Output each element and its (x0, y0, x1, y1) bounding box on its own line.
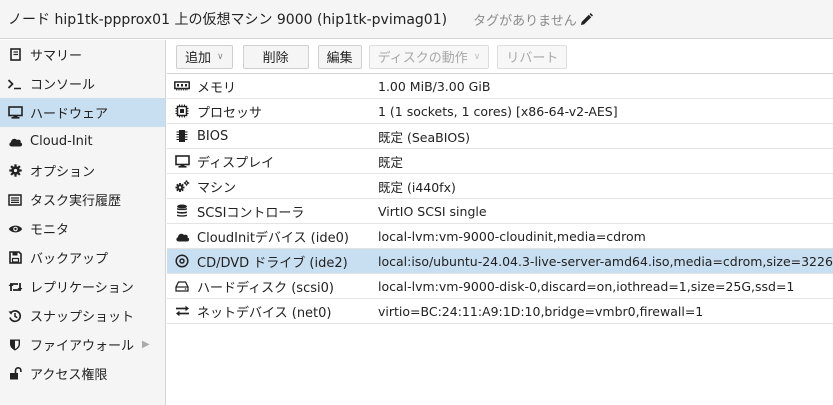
disk-action-button[interactable]: ディスクの動作 ∨ (368, 44, 490, 69)
eye-icon (6, 221, 24, 237)
sidebar-item-options[interactable]: オプション (0, 156, 165, 185)
sidebar-item-summary[interactable]: サマリー (0, 40, 165, 69)
retweet-icon (6, 279, 24, 295)
toolbar: 追加 ∨ 削除 編集 ディスクの動作 ∨ リバート (167, 40, 833, 74)
list-icon (6, 192, 24, 208)
revert-button[interactable]: リバート (497, 44, 568, 69)
sidebar-item-firewall[interactable]: ファイアウォール ▶ (0, 330, 165, 359)
row-value: local:iso/ubuntu-24.04.3-live-server-amd… (378, 253, 833, 269)
sidebar-item-hardware[interactable]: ハードウェア (0, 98, 165, 127)
floppy-icon (6, 250, 24, 266)
row-value: virtio=BC:24:11:A9:1D:10,bridge=vmbr0,fi… (378, 303, 704, 319)
row-name: プロセッサ (197, 105, 263, 121)
page-header: ノード hip1tk-ppprox01 上の仮想マシン 9000 (hip1tk… (0, 0, 833, 39)
cloud-icon (6, 134, 24, 150)
row-name: マシン (197, 180, 237, 196)
table-row[interactable]: BIOS 既定 (SeaBIOS) (167, 124, 833, 149)
chevron-down-icon: ∨ (217, 51, 224, 62)
shield-icon (6, 337, 24, 353)
sidebar-item-monitor[interactable]: モニタ (0, 214, 165, 243)
delete-button-label: 削除 (262, 51, 289, 66)
terminal-icon (6, 76, 24, 92)
chevron-down-icon: ∨ (473, 51, 481, 62)
microchip-icon (167, 129, 197, 143)
tags-label: タグがありません (473, 13, 577, 29)
sidebar-item-label: ファイアウォール (30, 339, 135, 354)
revert-button-label: リバート (506, 51, 559, 66)
row-value: local-lvm:vm-9000-disk-0,discard=on,ioth… (378, 278, 795, 294)
sidebar-item-console[interactable]: コンソール (0, 69, 165, 98)
edit-button-label: 編集 (326, 51, 353, 66)
sidebar-item-label: アクセス権限 (30, 368, 108, 383)
table-row[interactable]: マシン 既定 (i440fx) (167, 174, 833, 199)
pencil-icon[interactable] (580, 12, 593, 26)
hdd-icon (167, 280, 197, 292)
memory-icon (167, 81, 197, 91)
edit-button[interactable]: 編集 (317, 44, 362, 69)
row-value: 1 (1 sockets, 1 cores) [x86-64-v2-AES] (378, 103, 618, 119)
table-row[interactable]: プロセッサ 1 (1 sockets, 1 cores) [x86-64-v2-… (167, 99, 833, 124)
page-title: ノード hip1tk-ppprox01 上の仮想マシン 9000 (hip1tk… (8, 12, 448, 28)
cloud-icon (167, 231, 197, 242)
hardware-panel: 追加 ∨ 削除 編集 ディスクの動作 ∨ リバート メモリ 1.00 MiB/3… (167, 40, 833, 405)
row-name: メモリ (197, 80, 237, 96)
row-name: BIOS (197, 128, 229, 144)
sidebar-item-label: サマリー (30, 49, 83, 64)
table-row[interactable]: SCSIコントローラ VirtIO SCSI single (167, 199, 833, 224)
table-row[interactable]: ハードディスク (scsi0) local-lvm:vm-9000-disk-0… (167, 274, 833, 299)
sidebar-item-task-history[interactable]: タスク実行履歴 (0, 185, 165, 214)
row-value: VirtIO SCSI single (378, 203, 487, 219)
sidebar-item-label: Cloud-Init (30, 134, 93, 149)
add-button[interactable]: 追加 ∨ (176, 44, 233, 69)
desktop-icon (6, 105, 24, 121)
table-row[interactable]: CD/DVD ドライブ (ide2) local:iso/ubuntu-24.0… (167, 249, 833, 274)
sidebar-item-label: ハードウェア (30, 107, 109, 122)
sidebar-item-replication[interactable]: レプリケーション (0, 272, 165, 301)
row-value: 既定 (i440fx) (378, 179, 456, 195)
row-name: ネットデバイス (net0) (197, 305, 332, 321)
database-icon (167, 204, 197, 218)
sidebar-item-label: バックアップ (30, 252, 109, 267)
sidebar-item-label: タスク実行履歴 (30, 194, 122, 209)
table-row[interactable]: ディスプレイ 既定 (167, 149, 833, 174)
row-value: 既定 (SeaBIOS) (378, 129, 471, 145)
row-name: ディスプレイ (197, 155, 275, 171)
unlock-icon (6, 366, 24, 382)
cdrom-icon (167, 254, 197, 268)
row-name: SCSIコントローラ (197, 205, 305, 221)
table-row[interactable]: メモリ 1.00 MiB/3.00 GiB (167, 74, 833, 99)
sidebar-item-label: オプション (30, 165, 96, 180)
sidebar-item-label: コンソール (30, 78, 96, 93)
sidebar-item-label: スナップショット (30, 310, 135, 325)
history-icon (6, 308, 24, 324)
disk-action-button-label: ディスクの動作 (377, 51, 468, 66)
cogs-icon (167, 179, 197, 193)
row-value: 既定 (378, 154, 404, 170)
row-name: CD/DVD ドライブ (ide2) (197, 255, 348, 271)
add-button-label: 追加 (185, 51, 212, 66)
book-icon (6, 47, 24, 63)
desktop-icon (167, 154, 197, 168)
sidebar-item-cloud-init[interactable]: Cloud-Init (0, 127, 165, 156)
table-row[interactable]: CloudInitデバイス (ide0) local-lvm:vm-9000-c… (167, 224, 833, 249)
sidebar-item-backup[interactable]: バックアップ (0, 243, 165, 272)
sidebar-item-label: モニタ (30, 223, 70, 238)
expand-arrow-icon[interactable]: ▶ (142, 339, 150, 350)
cpu-icon (167, 104, 197, 118)
exchange-icon (167, 305, 197, 317)
sidebar-item-label: レプリケーション (30, 281, 134, 296)
delete-button[interactable]: 削除 (242, 44, 309, 69)
row-name: CloudInitデバイス (ide0) (197, 230, 349, 246)
row-value: 1.00 MiB/3.00 GiB (378, 78, 491, 94)
sidebar-nav: サマリー コンソール ハードウェア Cloud-Init オプション タスク実行… (0, 40, 166, 405)
hardware-grid: メモリ 1.00 MiB/3.00 GiB プロセッサ 1 (1 sockets… (167, 74, 833, 324)
sidebar-item-permissions[interactable]: アクセス権限 (0, 359, 165, 388)
row-value: local-lvm:vm-9000-cloudinit,media=cdrom (378, 228, 646, 244)
sidebar-item-snapshot[interactable]: スナップショット (0, 301, 165, 330)
row-name: ハードディスク (scsi0) (197, 280, 334, 296)
gear-icon (6, 163, 24, 179)
table-row[interactable]: ネットデバイス (net0) virtio=BC:24:11:A9:1D:10,… (167, 299, 833, 324)
